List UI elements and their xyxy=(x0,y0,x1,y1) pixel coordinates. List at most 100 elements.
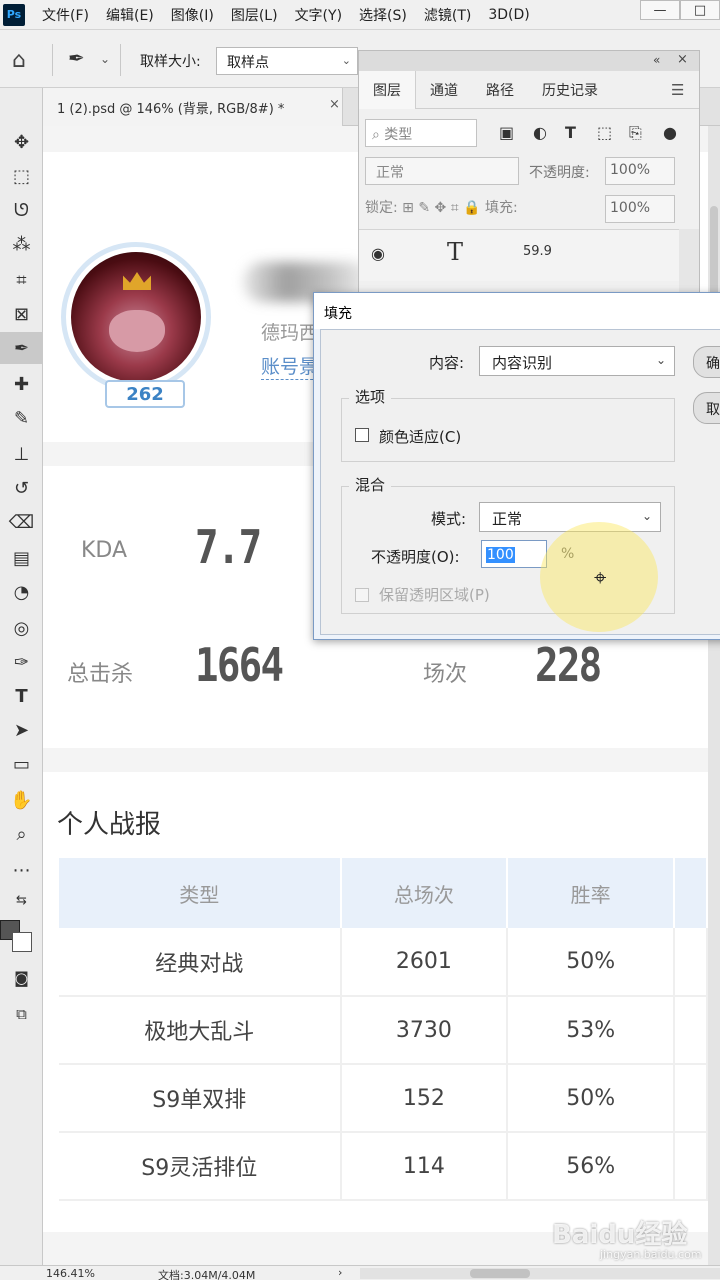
dialog-title: 填充 xyxy=(324,306,352,322)
content-value: 内容识别 xyxy=(492,354,553,372)
window-controls: — □ xyxy=(640,0,720,22)
kills-value: 1664 xyxy=(195,638,284,692)
stamp-tool-icon[interactable]: ⊥ xyxy=(0,438,43,470)
canvas-horizontal-scrollbar[interactable] xyxy=(360,1268,720,1279)
zoom-level[interactable]: 146.41% xyxy=(46,1267,95,1280)
menu-image[interactable]: 图像(I) xyxy=(171,5,214,25)
panel-header[interactable] xyxy=(359,51,699,71)
report-table: 类型 总场次 胜率 经典对战 2601 50% 极地大乱斗 3730 53% S… xyxy=(59,858,708,1201)
dialog-opacity-input[interactable]: 100 xyxy=(481,540,547,568)
history-brush-icon[interactable]: ↺ xyxy=(0,472,43,504)
path-select-icon[interactable]: ➤ xyxy=(0,714,43,746)
lock-pixels-icon[interactable]: ⊞ xyxy=(402,200,418,216)
lasso-tool-icon[interactable]: ᘎ xyxy=(0,194,43,226)
tab-paths[interactable]: 路径 xyxy=(472,71,528,109)
chevron-down-icon: ⌄ xyxy=(641,509,652,523)
type-tool-icon[interactable]: T xyxy=(0,680,43,712)
table-row: 经典对战 2601 50% xyxy=(59,928,708,997)
tab-history[interactable]: 历史记录 xyxy=(528,71,612,109)
menu-filter[interactable]: 滤镜(T) xyxy=(424,5,471,25)
dialog-title-bar[interactable]: 填充 xyxy=(314,293,720,329)
opacity-label: 不透明度: xyxy=(529,165,590,181)
zoom-tool-icon[interactable]: ⌕ xyxy=(0,818,43,850)
menu-edit[interactable]: 编辑(E) xyxy=(106,5,154,25)
fill-input[interactable]: 100% xyxy=(605,195,675,223)
cancel-button[interactable]: 取 xyxy=(693,392,720,424)
sample-size-select[interactable]: 取样点 ⌄ xyxy=(216,47,358,75)
rectangle-tool-icon[interactable]: ▭ xyxy=(0,748,43,780)
type-filter-icon[interactable]: T xyxy=(565,123,576,142)
menu-select[interactable]: 选择(S) xyxy=(359,5,407,25)
close-icon[interactable]: × xyxy=(329,97,340,112)
table-cell: S9灵活排位 xyxy=(59,1132,342,1201)
menu-type[interactable]: 文字(Y) xyxy=(295,5,342,25)
lock-paint-icon[interactable]: ✎ xyxy=(418,200,434,216)
mode-select[interactable]: 正常 ⌄ xyxy=(479,502,661,532)
tab-channels[interactable]: 通道 xyxy=(416,71,472,109)
image-filter-icon[interactable]: ▣ xyxy=(499,123,514,142)
pen-tool-icon[interactable]: ✑ xyxy=(0,646,43,678)
home-icon[interactable]: ⌂ xyxy=(12,48,26,73)
blending-legend: 混合 xyxy=(349,474,392,495)
scrollbar-thumb[interactable] xyxy=(470,1269,530,1278)
panel-menu-icon[interactable]: ☰ xyxy=(671,81,684,99)
ok-button[interactable]: 确 xyxy=(693,346,720,378)
document-tab[interactable]: 1 (2).psd @ 146% (背景, RGB/8#) * xyxy=(43,88,343,126)
maximize-button[interactable]: □ xyxy=(680,0,720,20)
tools-panel: ✥ ⬚ ᘎ ⁂ ⌗ ⊠ ✒ ✚ ✎ ⊥ ↺ ⌫ ▤ ◔ ◎ ✑ T ➤ ▭ ✋ … xyxy=(0,88,43,1265)
frame-tool-icon[interactable]: ⊠ xyxy=(0,298,43,330)
color-adaptation-checkbox[interactable] xyxy=(355,428,369,442)
table-cell: S9单双排 xyxy=(59,1064,342,1133)
swap-colors-icon[interactable]: ⇆ xyxy=(0,884,43,916)
dialog-body: 内容: 内容识别 ⌄ 选项 颜色适应(C) 混合 模式: 正常 ⌄ 不透明度(O… xyxy=(320,329,720,635)
avatar xyxy=(71,252,201,382)
marquee-tool-icon[interactable]: ⬚ xyxy=(0,160,43,192)
more-tools-icon[interactable]: ⋯ xyxy=(0,854,43,886)
close-icon[interactable]: × xyxy=(677,52,688,67)
content-select[interactable]: 内容识别 ⌄ xyxy=(479,346,675,376)
healing-brush-icon[interactable]: ✚ xyxy=(0,368,43,400)
eraser-tool-icon[interactable]: ⌫ xyxy=(0,506,43,538)
screen-mode-icon[interactable]: ⧉ xyxy=(0,998,43,1030)
background-color-swatch[interactable] xyxy=(12,932,32,952)
eye-icon[interactable]: ◉ xyxy=(371,244,385,263)
color-adaptation-label[interactable]: 颜色适应(C) xyxy=(379,426,461,447)
watermark-url: jingyan.baidu.com xyxy=(600,1248,702,1261)
layers-panel: « × 图层 通道 路径 历史记录 ☰ ⌕ 类型 ▣ ◐ T ⬚ ⎘ ● 正常 … xyxy=(358,50,700,300)
crop-tool-icon[interactable]: ⌗ xyxy=(0,264,43,296)
lock-all-icon[interactable]: 🔒 xyxy=(463,200,485,216)
chevron-right-icon[interactable]: › xyxy=(338,1266,342,1279)
lock-position-icon[interactable]: ✥ xyxy=(435,200,451,216)
gradient-tool-icon[interactable]: ▤ xyxy=(0,542,43,574)
blur-tool-icon[interactable]: ◔ xyxy=(0,576,43,608)
lock-artboard-icon[interactable]: ⌗ xyxy=(451,200,463,216)
menu-layer[interactable]: 图层(L) xyxy=(231,5,278,25)
quick-mask-icon[interactable]: ◙ xyxy=(0,962,43,994)
dialog-opacity-value: 100 xyxy=(486,547,515,563)
minimize-button[interactable]: — xyxy=(640,0,680,20)
blend-mode-select[interactable]: 正常 xyxy=(365,157,519,185)
eyedropper-tool-icon[interactable]: ✒ xyxy=(0,332,43,364)
preserve-transparency-checkbox[interactable] xyxy=(355,588,369,602)
menu-file[interactable]: 文件(F) xyxy=(42,5,89,25)
options-legend: 选项 xyxy=(349,386,392,407)
layer-row[interactable]: ◉ T 59.9 xyxy=(359,229,681,281)
opacity-input[interactable]: 100% xyxy=(605,157,675,185)
move-tool-icon[interactable]: ✥ xyxy=(0,126,43,158)
brush-tool-icon[interactable]: ✎ xyxy=(0,402,43,434)
hand-tool-icon[interactable]: ✋ xyxy=(0,784,43,816)
menu-3d[interactable]: 3D(D) xyxy=(488,7,529,23)
filter-toggle-icon[interactable]: ● xyxy=(663,123,677,142)
dodge-tool-icon[interactable]: ◎ xyxy=(0,612,43,644)
tab-layers[interactable]: 图层 xyxy=(359,71,416,109)
panel-scrollbar[interactable] xyxy=(679,229,699,299)
kda-label: KDA xyxy=(81,538,128,563)
adjustment-filter-icon[interactable]: ◐ xyxy=(533,123,547,142)
smart-object-filter-icon[interactable]: ⎘ xyxy=(629,123,642,143)
shape-filter-icon[interactable]: ⬚ xyxy=(597,123,612,142)
magic-wand-icon[interactable]: ⁂ xyxy=(0,228,43,260)
chevron-down-icon[interactable]: ⌄ xyxy=(100,52,110,66)
eyedropper-icon[interactable]: ✒ xyxy=(68,46,85,70)
layer-filter-select[interactable]: ⌕ 类型 xyxy=(365,119,477,147)
collapse-icon[interactable]: « xyxy=(653,53,660,67)
